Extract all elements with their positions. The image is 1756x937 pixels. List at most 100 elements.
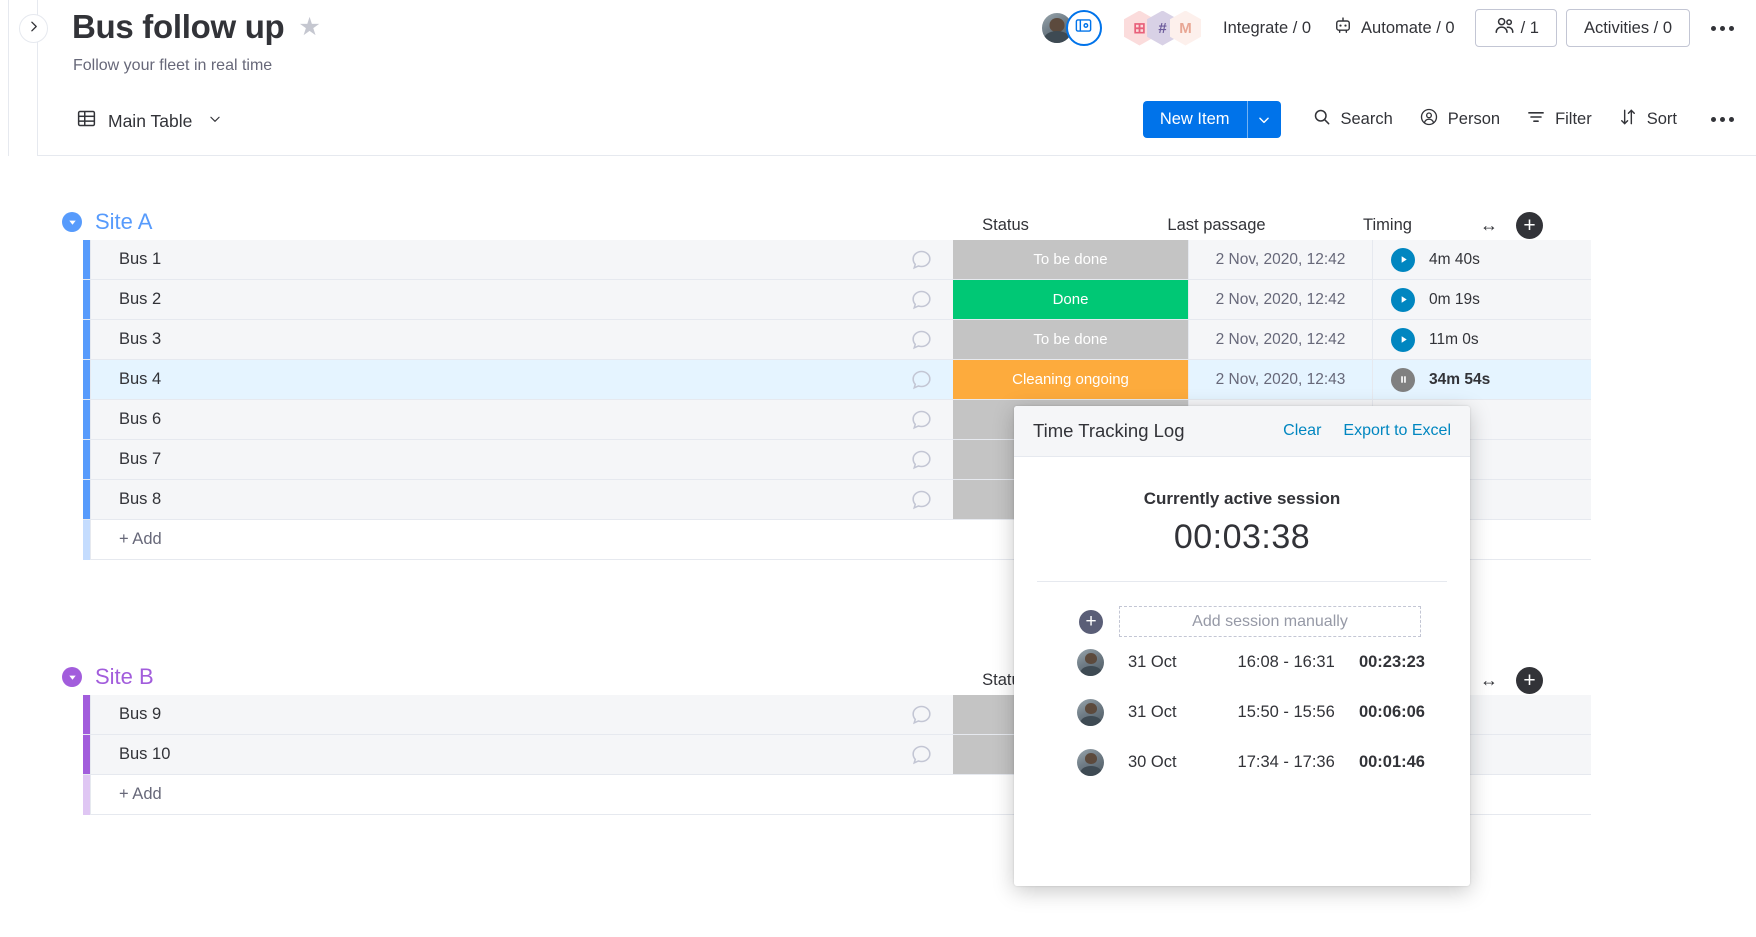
timing-cell[interactable]: 34m 54s — [1373, 360, 1528, 399]
filter-label: Filter — [1555, 110, 1592, 128]
board-viewer-button[interactable] — [1065, 10, 1102, 46]
row-name[interactable]: Bus 1 — [90, 240, 890, 279]
row-name[interactable]: Bus 3 — [90, 320, 890, 359]
comment-icon[interactable] — [890, 735, 953, 774]
comment-icon[interactable] — [890, 360, 953, 399]
list-item[interactable]: 31 Oct 15:50 - 15:56 00:06:06 — [1033, 687, 1451, 737]
integration-hex-gmail[interactable]: M — [1169, 10, 1201, 46]
add-column-icon[interactable]: + — [1516, 212, 1543, 239]
timing-cell[interactable]: 0m 19s — [1373, 280, 1528, 319]
sort-button[interactable]: Sort — [1605, 102, 1690, 138]
status-badge[interactable]: Cleaning ongoing — [953, 360, 1188, 399]
chevron-down-icon[interactable] — [203, 112, 222, 131]
sidebar-expand-button[interactable] — [19, 14, 48, 43]
add-column-icon[interactable]: + — [1516, 667, 1543, 694]
row-name[interactable]: Bus 6 — [90, 400, 890, 439]
row-name[interactable]: Bus 8 — [90, 480, 890, 519]
add-item-label[interactable]: + Add — [90, 520, 890, 560]
last-passage-cell[interactable]: 2 Nov, 2020, 12:43 — [1188, 360, 1373, 399]
person-filter-button[interactable]: Person — [1406, 102, 1513, 138]
row-tail — [1528, 400, 1591, 439]
row-tail — [1528, 735, 1591, 774]
integrate-button[interactable]: Integrate / 0 — [1212, 10, 1322, 46]
clear-button[interactable]: Clear — [1283, 422, 1321, 440]
row-color-indicator — [83, 280, 90, 319]
export-to-excel-button[interactable]: Export to Excel — [1343, 422, 1451, 440]
popup-divider — [1037, 581, 1447, 582]
last-passage-cell[interactable]: 2 Nov, 2020, 12:42 — [1188, 240, 1373, 279]
row-color-indicator — [83, 240, 90, 279]
comment-icon[interactable] — [890, 280, 953, 319]
last-passage-cell[interactable]: 2 Nov, 2020, 12:42 — [1188, 320, 1373, 359]
comment-icon[interactable] — [890, 440, 953, 479]
toolbar-more-options-icon[interactable] — [1702, 102, 1742, 138]
row-name[interactable]: Bus 7 — [90, 440, 890, 479]
list-item[interactable]: 31 Oct 16:08 - 16:31 00:23:23 — [1033, 637, 1451, 687]
comment-icon[interactable] — [890, 400, 953, 439]
page-title[interactable]: Bus follow up — [72, 8, 285, 46]
timing-cell[interactable]: 4m 40s — [1373, 240, 1528, 279]
add-session-input[interactable]: Add session manually — [1119, 606, 1421, 637]
last-passage-cell[interactable]: 2 Nov, 2020, 12:42 — [1188, 280, 1373, 319]
row-color-indicator — [83, 480, 90, 519]
board-app: Bus follow up ★ Follow your fleet in rea… — [0, 0, 1756, 937]
row-name[interactable]: Bus 9 — [90, 695, 890, 734]
row-tail — [1528, 440, 1591, 479]
plus-circle-icon[interactable]: + — [1079, 609, 1103, 634]
list-item[interactable]: 30 Oct 17:34 - 17:36 00:01:46 — [1033, 737, 1451, 787]
column-header-status[interactable]: Status — [888, 216, 1123, 235]
popup-header: Time Tracking Log Clear Export to Excel — [1014, 406, 1470, 457]
table-row[interactable]: Bus 3 To be done 2 Nov, 2020, 12:42 11m … — [83, 320, 1591, 360]
timing-value: 11m 0s — [1429, 330, 1479, 348]
filter-icon — [1526, 107, 1546, 132]
resize-columns-icon[interactable]: ↔ — [1480, 670, 1498, 691]
person-label: Person — [1447, 110, 1501, 128]
new-item-chevron-down-icon[interactable] — [1248, 101, 1281, 138]
board-people-button[interactable]: / 1 — [1474, 9, 1557, 47]
activities-button[interactable]: Activities / 0 — [1565, 9, 1690, 47]
column-header-timing[interactable]: Timing — [1310, 216, 1465, 235]
resize-columns-icon[interactable]: ↔ — [1480, 215, 1498, 236]
status-badge[interactable]: Done — [953, 280, 1188, 319]
search-button[interactable]: Search — [1299, 102, 1406, 138]
automate-button[interactable]: Automate / 0 — [1322, 10, 1466, 46]
play-icon[interactable] — [1391, 247, 1415, 272]
new-item-button[interactable]: New Item — [1142, 101, 1281, 138]
view-label: Main Table — [108, 110, 193, 131]
play-icon[interactable] — [1391, 287, 1415, 312]
board-subtitle[interactable]: Follow your fleet in real time — [73, 57, 272, 75]
table-row[interactable]: Bus 2 Done 2 Nov, 2020, 12:42 0m 19s — [83, 280, 1591, 320]
timing-value: 4m 40s — [1429, 250, 1480, 268]
row-name[interactable]: Bus 4 — [90, 360, 890, 399]
comment-icon[interactable] — [890, 240, 953, 279]
star-icon[interactable]: ★ — [298, 14, 320, 40]
table-row[interactable]: Bus 1 To be done 2 Nov, 2020, 12:42 4m 4… — [83, 240, 1591, 280]
group-site-a: Status Last passage Timing ↔ + Site A Bu… — [0, 206, 1756, 560]
row-color-indicator — [83, 735, 90, 774]
comment-icon[interactable] — [890, 320, 953, 359]
session-range: 16:08 - 16:31 — [1237, 652, 1335, 671]
people-icon — [1493, 14, 1516, 42]
row-tail — [1528, 320, 1591, 359]
timing-cell[interactable]: 11m 0s — [1373, 320, 1528, 359]
comment-icon[interactable] — [890, 480, 953, 519]
table-row[interactable]: Bus 4 Cleaning ongoing 2 Nov, 2020, 12:4… — [83, 360, 1591, 400]
add-session-row[interactable]: + Add session manually — [1033, 606, 1451, 637]
play-icon[interactable] — [1391, 327, 1415, 352]
row-color-indicator — [83, 440, 90, 479]
row-tail — [1528, 695, 1591, 734]
status-badge[interactable]: To be done — [953, 320, 1188, 359]
column-header-last-passage[interactable]: Last passage — [1124, 216, 1309, 235]
add-item-label[interactable]: + Add — [90, 775, 890, 815]
row-name[interactable]: Bus 2 — [90, 280, 890, 319]
row-name[interactable]: Bus 10 — [90, 735, 890, 774]
row-tail — [1528, 240, 1591, 279]
integrations-icons[interactable]: ⊞ # M — [1123, 10, 1201, 46]
more-options-icon[interactable] — [1702, 10, 1742, 46]
filter-button[interactable]: Filter — [1513, 102, 1605, 138]
status-badge[interactable]: To be done — [953, 240, 1188, 279]
comment-icon[interactable] — [890, 695, 953, 734]
tab-main-table[interactable]: Main Table — [68, 104, 230, 138]
row-color-indicator — [83, 695, 90, 734]
pause-icon[interactable] — [1391, 367, 1415, 392]
